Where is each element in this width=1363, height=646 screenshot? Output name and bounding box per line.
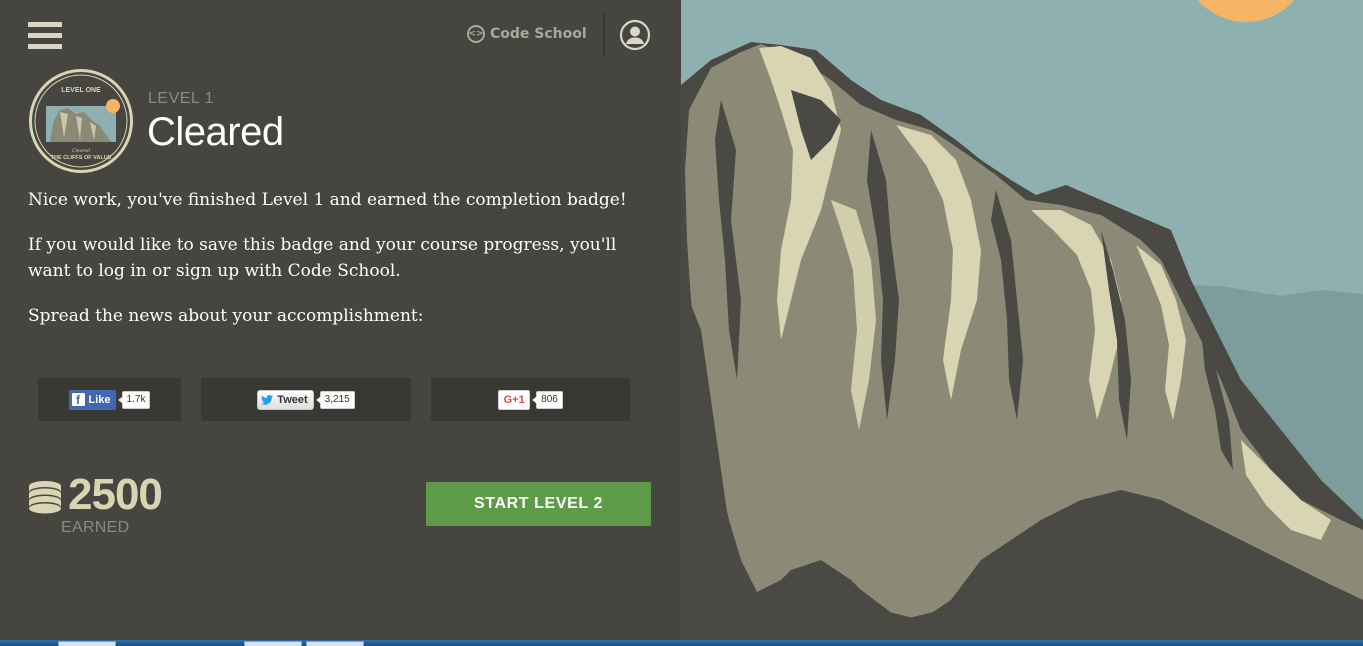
hamburger-menu-icon[interactable] — [28, 22, 62, 50]
cliffs-illustration — [681, 0, 1363, 640]
tweet-count: 3,215 — [315, 390, 355, 409]
badge-course-text: THE CLIFFS OF VALUE — [51, 155, 112, 161]
taskbar-button[interactable] — [306, 641, 364, 646]
completion-message: Nice work, you've finished Level 1 and e… — [28, 190, 627, 210]
badge-top-text: LEVEL ONE — [61, 87, 101, 94]
google-plus-count: 806 — [532, 390, 563, 409]
coins-stack-icon — [29, 481, 61, 514]
tweet-button[interactable]: Tweet — [257, 389, 314, 410]
os-taskbar — [0, 640, 1363, 646]
page: <> Code School LEVEL ONE Cleared THE CLI… — [0, 0, 1363, 646]
code-brackets-icon: <> — [467, 25, 485, 43]
signup-message: If you would like to save this badge and… — [28, 235, 617, 281]
facebook-icon: f — [71, 393, 85, 407]
points-value: 2500 — [68, 470, 163, 519]
badge-cleared-text: Cleared — [72, 148, 90, 154]
level-status-title: Cleared — [147, 110, 284, 154]
share-prompt: Spread the news about your accomplishmen… — [28, 306, 424, 326]
taskbar-button[interactable] — [58, 641, 116, 646]
cliff-scene — [681, 0, 1363, 640]
taskbar-button[interactable] — [244, 641, 302, 646]
facebook-like-button[interactable]: f Like — [68, 389, 116, 410]
google-plus-one-button[interactable]: G+1 — [498, 389, 531, 410]
twitter-bird-icon — [261, 394, 274, 405]
level-one-badge: LEVEL ONE Cleared THE CLIFFS OF VALUE — [29, 69, 133, 173]
google-plus-share-box: G+1 806 — [431, 378, 630, 421]
facebook-like-count: 1.7k — [117, 390, 151, 409]
start-level-2-button[interactable]: START LEVEL 2 — [426, 482, 651, 526]
header-divider — [603, 13, 605, 55]
code-school-logo[interactable]: <> Code School — [467, 22, 587, 46]
level-complete-panel: <> Code School LEVEL ONE Cleared THE CLI… — [0, 0, 681, 640]
facebook-like-label: Like — [88, 393, 111, 406]
tweet-label: Tweet — [277, 393, 308, 406]
user-account-icon[interactable] — [619, 19, 651, 51]
facebook-share-box: f Like 1.7k — [38, 378, 181, 421]
level-label: LEVEL 1 — [148, 90, 215, 107]
twitter-share-box: Tweet 3,215 — [201, 378, 411, 421]
points-earned-label: EARNED — [61, 519, 130, 536]
brand-name: Code School — [490, 26, 587, 42]
